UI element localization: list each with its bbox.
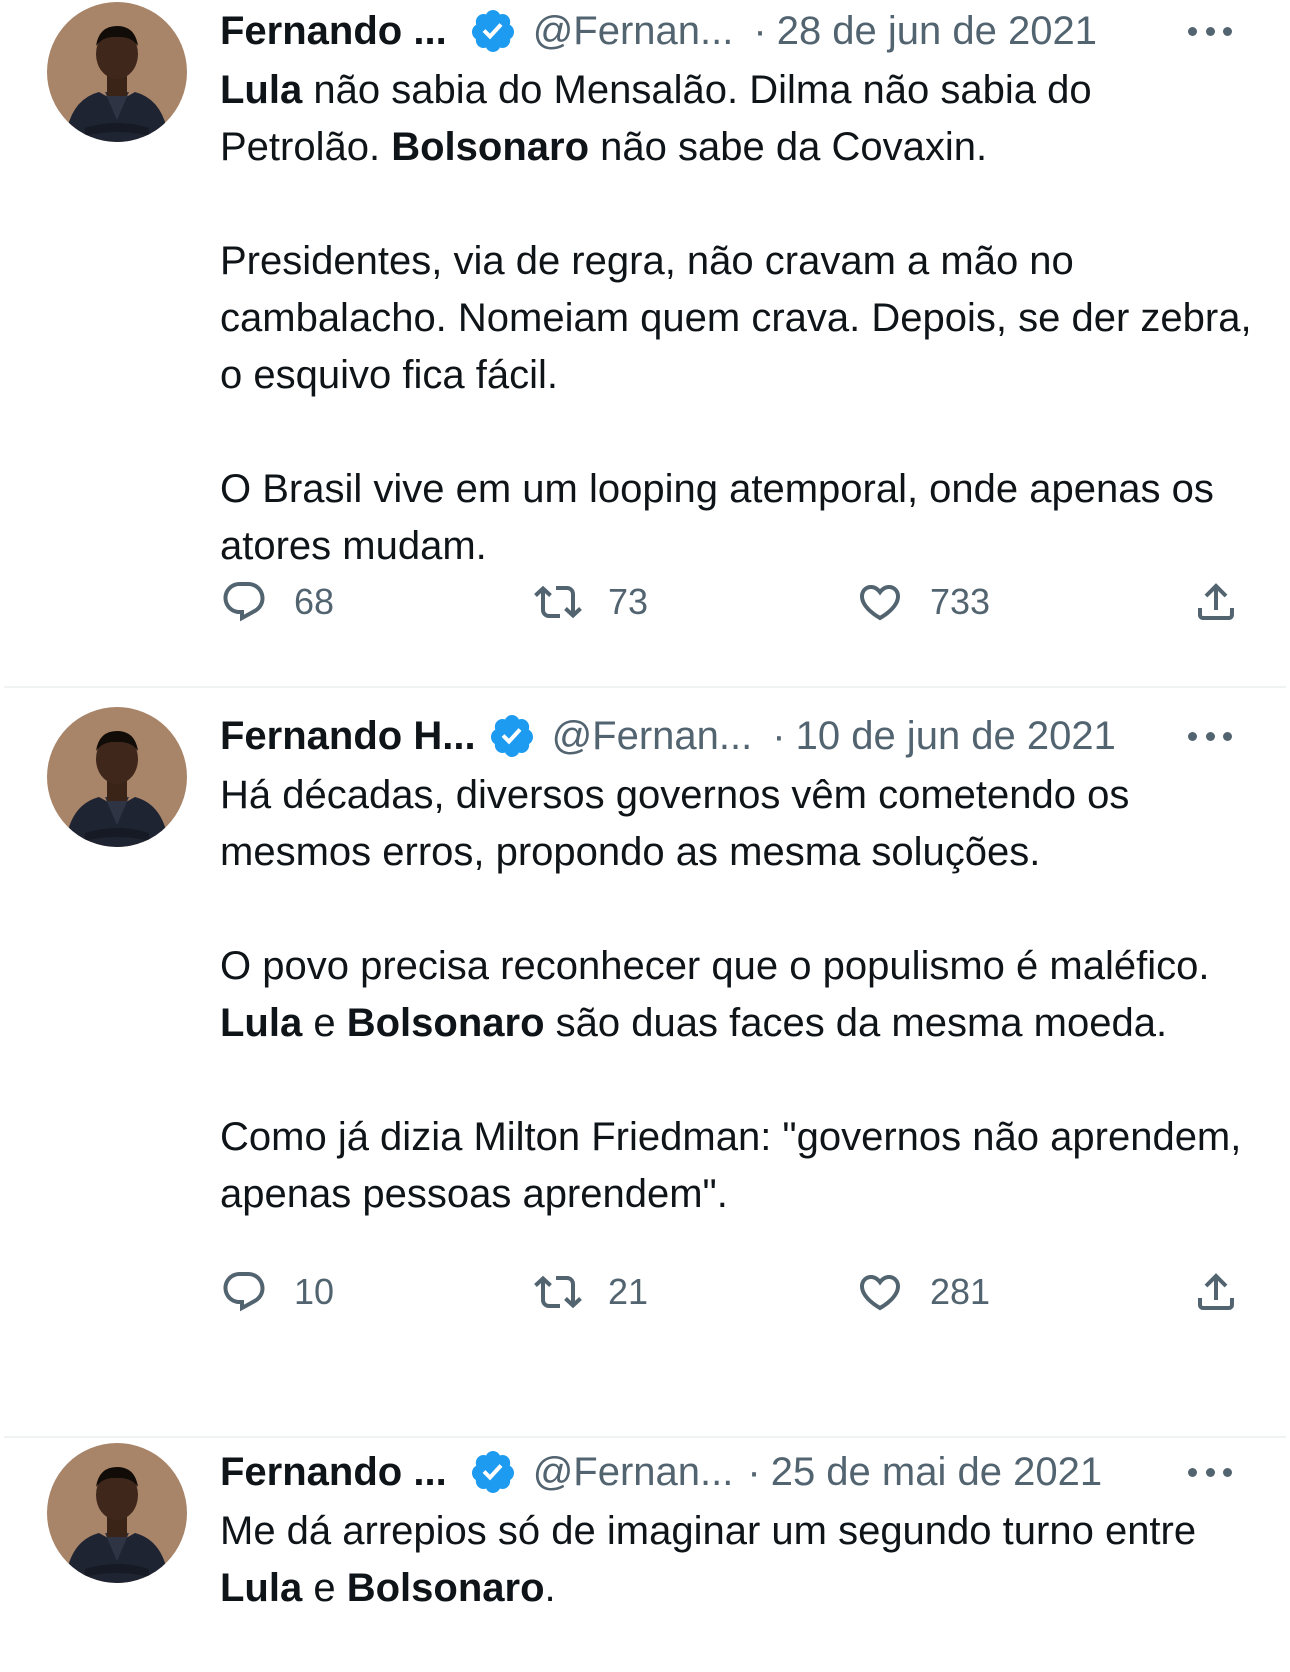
reply-button[interactable]: 10: [220, 1264, 334, 1320]
tweet-paragraph: O Brasil vive em um looping atemporal, o…: [220, 461, 1260, 575]
text-run: Presidentes, via de regra, não cravam a …: [220, 239, 1252, 397]
bold-text: Bolsonaro: [346, 1566, 545, 1610]
like-count: 281: [930, 1271, 991, 1312]
tweet-actions: 68 73 733: [220, 574, 1240, 630]
share-icon: [1198, 1273, 1234, 1310]
author-name[interactable]: Fernando H...: [220, 714, 476, 759]
text-run: são duas faces da mesma moeda.: [544, 1001, 1168, 1045]
like-button[interactable]: 281: [856, 1264, 990, 1320]
verified-badge-icon: [469, 1448, 517, 1496]
text-run: O povo precisa reconhecer que o populism…: [220, 944, 1210, 988]
bold-text: Lula: [220, 68, 303, 112]
share-icon: [1198, 583, 1234, 620]
tweet-header: Fernando H... @Fernan... · 10 de jun de 2…: [220, 713, 1260, 759]
author-name[interactable]: Fernando ...: [220, 9, 447, 54]
tweet-paragraph: Há décadas, diversos governos vêm comete…: [220, 767, 1260, 881]
tweet-divider: [4, 1436, 1286, 1438]
tweet-date[interactable]: · 10 de jun de 2021: [772, 714, 1116, 759]
tweet-date-text: 25 de mai de 2021: [770, 1449, 1103, 1494]
tweet[interactable]: Fernando ... @Fernan... · 28 de jun de 20…: [0, 0, 1290, 705]
avatar[interactable]: [47, 707, 187, 847]
tweet-text: Há décadas, diversos governos vêm comete…: [220, 767, 1260, 1223]
retweet-icon: [534, 1275, 582, 1309]
like-icon: [859, 1275, 901, 1311]
tweet-paragraph: Como já dizia Milton Friedman: "governos…: [220, 1109, 1260, 1223]
retweet-count: 21: [608, 1271, 649, 1312]
bold-text: Bolsonaro: [391, 125, 590, 169]
text-run: O Brasil vive em um looping atemporal, o…: [220, 467, 1214, 568]
text-run: Me dá arrepios só de imaginar um segundo…: [220, 1509, 1197, 1553]
like-button[interactable]: 733: [856, 574, 990, 630]
tweet-divider: [4, 686, 1286, 688]
retweet-button[interactable]: 73: [534, 574, 648, 630]
author-handle[interactable]: @Fernan...: [533, 1450, 734, 1495]
avatar[interactable]: [47, 1443, 187, 1583]
text-run: Há décadas, diversos governos vêm comete…: [220, 773, 1130, 874]
tweet[interactable]: Fernando ... @Fernan... · 25 de mai de 20…: [0, 1441, 1290, 1672]
tweet-text: Me dá arrepios só de imaginar um segundo…: [220, 1503, 1260, 1617]
avatar[interactable]: [47, 2, 187, 142]
reply-icon: [223, 1272, 265, 1312]
share-button[interactable]: [1192, 574, 1240, 630]
text-run: e: [302, 1566, 347, 1610]
tweet-paragraph: Lula não sabia do Mensalão. Dilma não sa…: [220, 62, 1260, 176]
more-options-icon[interactable]: [1188, 8, 1232, 54]
author-handle[interactable]: @Fernan...: [552, 714, 753, 759]
tweet-text: Lula não sabia do Mensalão. Dilma não sa…: [220, 62, 1260, 575]
retweet-icon: [534, 585, 582, 619]
reply-count: 10: [294, 1271, 335, 1312]
text-run: .: [544, 1566, 556, 1610]
reply-button[interactable]: 68: [220, 574, 334, 630]
like-count: 733: [930, 581, 991, 622]
verified-badge-icon: [469, 7, 517, 55]
tweet-paragraph: Presidentes, via de regra, não cravam a …: [220, 233, 1260, 404]
bold-text: Lula: [220, 1566, 303, 1610]
text-run: não sabe da Covaxin.: [589, 125, 988, 169]
tweet-paragraph: Me dá arrepios só de imaginar um segundo…: [220, 1503, 1260, 1617]
bold-text: Lula: [220, 1001, 303, 1045]
retweet-count: 73: [608, 581, 649, 622]
tweet-feed: Fernando ... @Fernan... · 28 de jun de 20…: [0, 0, 1290, 1672]
text-run: Como já dizia Milton Friedman: "governos…: [220, 1115, 1242, 1216]
tweet-actions: 10 21 281: [220, 1264, 1240, 1320]
reply-count: 68: [294, 581, 335, 622]
tweet-date-text: 28 de jun de 2021: [776, 8, 1097, 53]
author-handle[interactable]: @Fernan...: [533, 9, 734, 54]
tweet-header: Fernando ... @Fernan... · 28 de jun de 20…: [220, 8, 1260, 54]
share-button[interactable]: [1192, 1264, 1240, 1320]
bold-text: Bolsonaro: [346, 1001, 545, 1045]
text-run: e: [302, 1001, 347, 1045]
tweet-paragraph: O povo precisa reconhecer que o populism…: [220, 938, 1260, 1052]
more-options-icon[interactable]: [1188, 713, 1232, 759]
tweet-date-text: 10 de jun de 2021: [795, 713, 1116, 758]
tweet-date[interactable]: · 25 de mai de 2021: [747, 1450, 1102, 1495]
retweet-button[interactable]: 21: [534, 1264, 648, 1320]
tweet-header: Fernando ... @Fernan... · 25 de mai de 20…: [220, 1449, 1260, 1495]
like-icon: [859, 585, 901, 621]
author-name[interactable]: Fernando ...: [220, 1450, 447, 1495]
tweet[interactable]: Fernando H... @Fernan... · 10 de jun de 2…: [0, 705, 1290, 1441]
verified-badge-icon: [488, 712, 536, 760]
reply-icon: [223, 582, 265, 622]
more-options-icon[interactable]: [1188, 1449, 1232, 1495]
tweet-date[interactable]: · 28 de jun de 2021: [753, 9, 1097, 54]
